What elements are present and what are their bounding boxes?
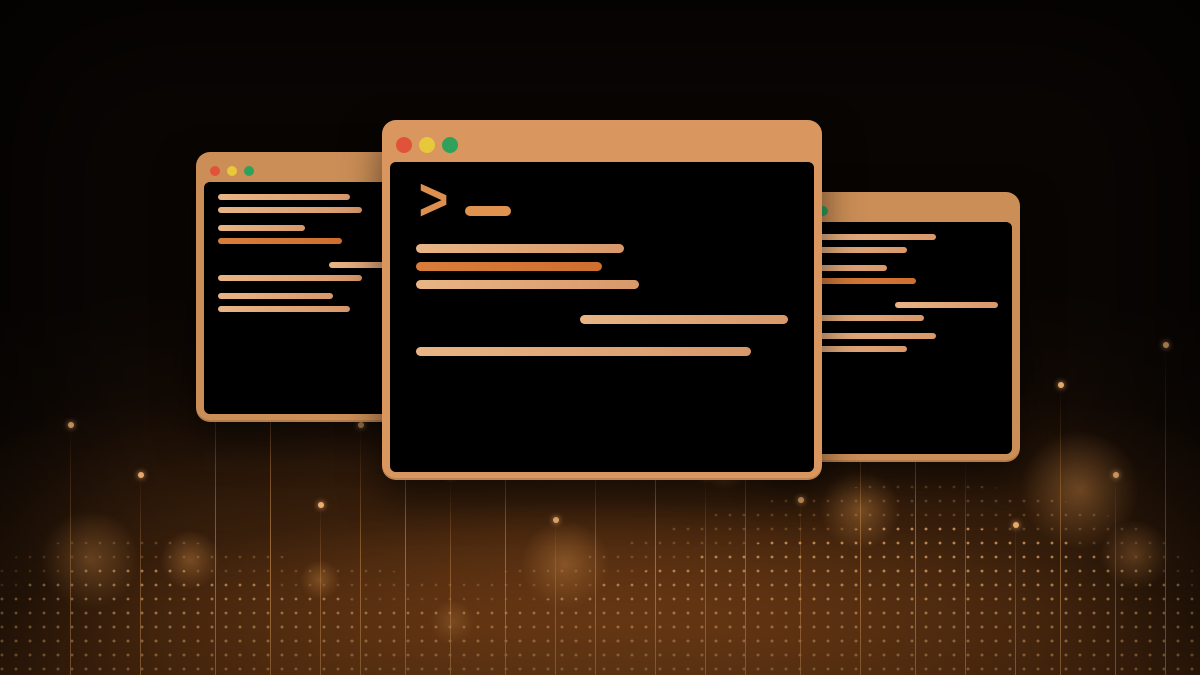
close-icon bbox=[210, 166, 220, 176]
close-icon bbox=[396, 137, 412, 153]
maximize-icon bbox=[244, 166, 254, 176]
minimize-icon bbox=[419, 137, 435, 153]
terminal-screen: > bbox=[390, 162, 814, 472]
minimize-icon bbox=[227, 166, 237, 176]
titlebar bbox=[390, 128, 814, 162]
maximize-icon bbox=[442, 137, 458, 153]
prompt-row: > bbox=[416, 184, 788, 216]
terminal-window-main: > bbox=[382, 120, 822, 480]
cursor-icon bbox=[465, 206, 511, 216]
